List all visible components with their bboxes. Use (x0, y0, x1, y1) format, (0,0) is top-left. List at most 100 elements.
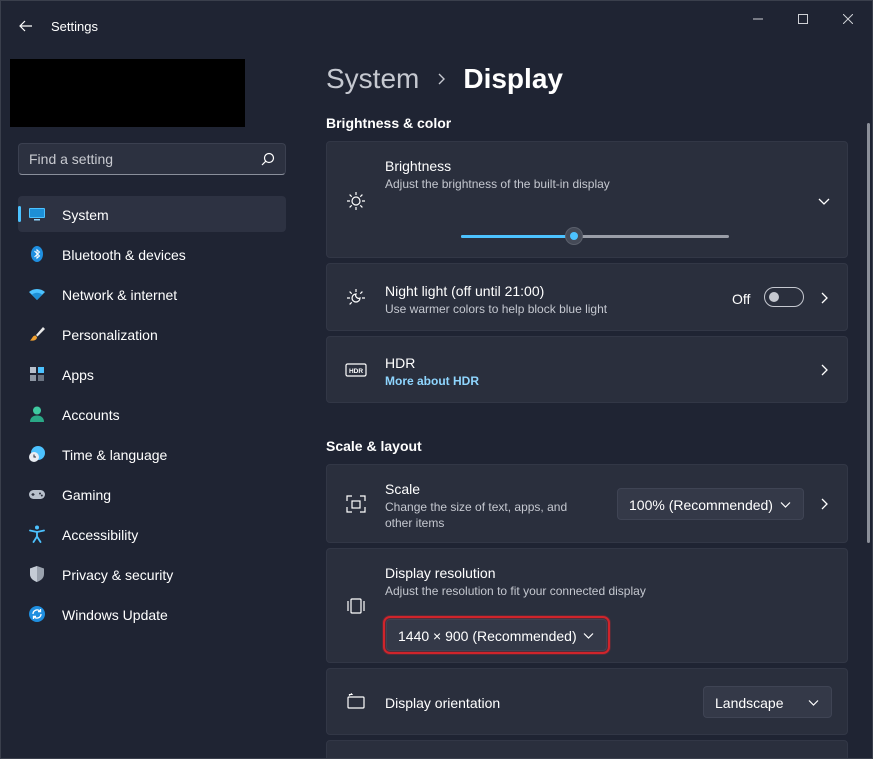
scrollbar-thumb[interactable] (867, 123, 870, 543)
sidebar-item-label: Bluetooth & devices (62, 247, 186, 263)
resolution-icon (347, 598, 365, 614)
section-scale-layout: Scale & layout (326, 438, 422, 454)
section-brightness-color: Brightness & color (326, 115, 452, 131)
night-light-title: Night light (off until 21:00) (385, 283, 545, 299)
sidebar-nav: System Bluetooth & devices Network & int… (18, 196, 286, 636)
chevron-down-icon (583, 633, 594, 639)
apps-icon (30, 367, 44, 381)
breadcrumb-parent[interactable]: System (326, 63, 419, 95)
display-orientation-card: Display orientation Landscape (326, 668, 848, 735)
sidebar-item-apps[interactable]: Apps (18, 356, 286, 392)
chevron-down-icon (808, 700, 819, 706)
display-resolution-dropdown[interactable]: 1440 × 900 (Recommended) (383, 616, 610, 654)
brightness-card[interactable]: Brightness Adjust the brightness of the … (326, 141, 848, 258)
chevron-down-icon (780, 502, 791, 508)
night-light-subtitle: Use warmer colors to help block blue lig… (385, 302, 608, 316)
brightness-slider[interactable] (461, 226, 729, 246)
sidebar-item-label: System (62, 207, 109, 223)
toggle-knob (769, 292, 779, 302)
display-resolution-title: Display resolution (385, 565, 496, 581)
bluetooth-icon (31, 246, 43, 262)
sidebar-item-label: Accounts (62, 407, 120, 423)
display-resolution-subtitle: Adjust the resolution to fit your connec… (385, 584, 646, 598)
next-setting-card[interactable] (326, 740, 848, 758)
person-icon (30, 406, 44, 422)
scale-icon (346, 495, 366, 513)
brightness-subtitle: Adjust the brightness of the built-in di… (385, 177, 610, 191)
brush-icon (30, 327, 45, 341)
night-light-card[interactable]: Night light (off until 21:00) Use warmer… (326, 263, 848, 331)
resolution-value: 1440 × 900 (Recommended) (398, 628, 577, 644)
minimize-icon (753, 18, 763, 20)
hdr-icon: HDR (345, 363, 367, 377)
night-light-state: Off (732, 291, 751, 307)
slider-fill (461, 235, 574, 238)
title-bar: Settings (1, 1, 872, 51)
scale-dropdown[interactable]: 100% (Recommended) (617, 488, 804, 520)
display-resolution-card: Display resolution Adjust the resolution… (326, 548, 848, 663)
sidebar-item-accounts[interactable]: Accounts (18, 396, 286, 432)
sidebar-item-privacy-security[interactable]: Privacy & security (18, 556, 286, 592)
chevron-right-icon[interactable] (818, 364, 830, 376)
scale-title: Scale (385, 481, 421, 497)
globe-clock-icon (29, 446, 45, 462)
accessibility-icon (29, 525, 45, 543)
brightness-title: Brightness (385, 158, 452, 174)
settings-window: Settings System Bluetooth & devices Netw… (0, 0, 873, 759)
scale-subtitle: Change the size of text, apps, and other… (385, 500, 568, 530)
sidebar-item-personalization[interactable]: Personalization (18, 316, 286, 352)
sidebar-item-network-internet[interactable]: Network & internet (18, 276, 286, 312)
sidebar-item-windows-update[interactable]: Windows Update (18, 596, 286, 632)
slider-thumb[interactable] (564, 227, 583, 245)
search-box (18, 143, 286, 175)
hdr-card[interactable]: HDR HDR More about HDR (326, 336, 848, 403)
gamepad-icon (29, 490, 45, 499)
sidebar-item-accessibility[interactable]: Accessibility (18, 516, 286, 552)
close-button[interactable] (826, 7, 870, 31)
close-icon (843, 14, 853, 24)
night-light-toggle[interactable] (764, 287, 804, 307)
sidebar-item-system[interactable]: System (18, 196, 286, 232)
sidebar-item-label: Privacy & security (62, 567, 174, 583)
page-title: Display (463, 63, 563, 94)
display-orientation-title: Display orientation (385, 695, 501, 711)
hdr-title: HDR (385, 355, 416, 371)
chevron-right-icon[interactable] (818, 292, 830, 304)
sidebar-item-label: Windows Update (62, 607, 168, 623)
scale-value: 100% (Recommended) (629, 497, 773, 513)
breadcrumb: System Display (326, 59, 563, 99)
back-arrow-icon (19, 20, 32, 32)
svg-text:HDR: HDR (349, 368, 363, 375)
app-title: Settings (51, 19, 98, 34)
maximize-icon (798, 14, 808, 24)
search-input[interactable] (19, 144, 255, 174)
night-light-icon (347, 289, 365, 305)
sun-icon (347, 192, 365, 210)
wifi-icon (29, 288, 45, 300)
minimize-button[interactable] (736, 7, 780, 31)
back-button[interactable] (13, 13, 39, 39)
chevron-down-icon[interactable] (818, 195, 830, 207)
sidebar-item-label: Apps (62, 367, 94, 383)
chevron-right-icon (438, 73, 446, 85)
sidebar-item-time-language[interactable]: Time & language (18, 436, 286, 472)
sidebar-item-label: Accessibility (62, 527, 139, 543)
orientation-icon (347, 692, 365, 709)
more-about-hdr-link[interactable]: More about HDR (385, 374, 479, 388)
sidebar-item-label: Network & internet (62, 287, 178, 303)
update-icon (29, 606, 45, 622)
account-profile[interactable] (10, 59, 245, 127)
sidebar-item-label: Time & language (62, 447, 168, 463)
display-orientation-dropdown[interactable]: Landscape (703, 686, 832, 718)
shield-icon (30, 566, 44, 582)
sidebar-item-bluetooth-devices[interactable]: Bluetooth & devices (18, 236, 286, 272)
chevron-right-icon[interactable] (818, 498, 830, 510)
maximize-button[interactable] (781, 7, 825, 31)
sidebar-item-label: Personalization (62, 327, 158, 343)
search-icon[interactable] (261, 152, 275, 166)
monitor-icon (29, 208, 45, 221)
scale-card[interactable]: Scale Change the size of text, apps, and… (326, 464, 848, 543)
sidebar-item-label: Gaming (62, 487, 112, 503)
orientation-value: Landscape (715, 695, 784, 711)
sidebar-item-gaming[interactable]: Gaming (18, 476, 286, 512)
